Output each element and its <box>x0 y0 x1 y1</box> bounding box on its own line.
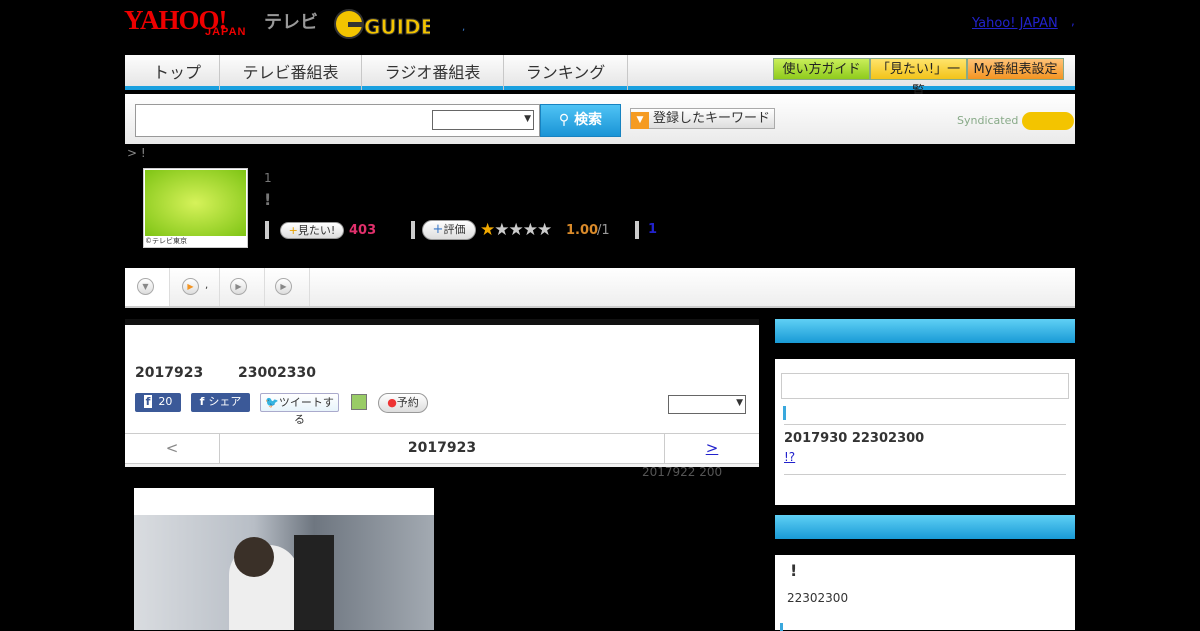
syndicated-gguide-logo: Syndicated <box>957 112 1074 130</box>
sidebar-input[interactable] <box>781 373 1069 399</box>
bookmark-icon[interactable] <box>351 394 367 410</box>
header-dot-right: , <box>1071 14 1075 28</box>
sidebar-box-schedule: ! 22302300 <box>775 515 1075 631</box>
yahoo-japan-logo-text: JAPAN <box>205 26 247 38</box>
search-button[interactable]: ⚲ 検索 <box>540 104 621 137</box>
updated-timestamp: 2017922 200 <box>642 465 723 479</box>
gguide-logo[interactable]: GUIDE <box>334 8 435 40</box>
search-bar: ▼ ⚲ 検索 ▼ 登録したキーワード Syndicated <box>125 94 1075 144</box>
facebook-icon: f <box>199 395 205 408</box>
chevron-down-icon: ▼ <box>736 398 743 408</box>
chevron-down-icon: ▼ <box>524 114 531 124</box>
nav-tab-top[interactable]: トップ <box>135 55 220 90</box>
dropdown-arrow-icon: ▼ <box>631 112 649 129</box>
mitai-list-button[interactable]: 「見たい!」一覧 <box>870 58 967 99</box>
twitter-icon: 🐦 <box>265 396 279 409</box>
facebook-count-button[interactable]: f 20 <box>135 393 181 412</box>
sidebar-subheader <box>775 539 1075 555</box>
breadcrumb: > ! <box>127 146 146 160</box>
divider <box>784 424 1066 425</box>
facebook-icon: f <box>143 395 153 408</box>
usage-guide-button[interactable]: 使い方ガイド <box>773 58 870 80</box>
nav-tab-tv-schedule[interactable]: テレビ番組表 <box>220 55 362 90</box>
program-photo-frame <box>134 488 434 630</box>
yahoo-japan-link[interactable]: Yahoo! JAPAN <box>972 16 1058 31</box>
program-photo <box>134 515 434 630</box>
registered-keywords-button[interactable]: ▼ 登録したキーワード <box>630 108 775 129</box>
my-schedule-settings-button[interactable]: My番組表設定 <box>967 58 1064 80</box>
header-dot: , <box>462 22 466 33</box>
divider <box>635 221 639 239</box>
next-broadcast-time: 2017930 22302300 <box>784 431 925 446</box>
sidebar-header <box>775 515 1075 539</box>
facebook-share-button[interactable]: f シェア <box>191 393 250 412</box>
search-button-label: 検索 <box>574 112 603 128</box>
next-broadcast-link[interactable]: !? <box>784 450 795 464</box>
rating-denominator: /1 <box>597 223 610 238</box>
keyword-button-label: 登録したキーワード <box>653 111 771 126</box>
sub-tab-1[interactable]: ▼ <box>125 268 170 306</box>
date-navigation: < 2017923 > <box>125 433 759 464</box>
broadcast-info-panel: 2017923 23002330 f 20 f シェア 🐦ツイートする ●予約 ▼ … <box>125 319 759 467</box>
sidebar-program-time: 22302300 <box>787 591 849 605</box>
section-marker <box>783 406 786 420</box>
program-title: ! <box>264 190 272 209</box>
rating-stars: ★★★★★ <box>480 220 552 240</box>
reminder-select[interactable]: ▼ <box>668 395 746 414</box>
next-date-link[interactable]: > <box>664 434 759 463</box>
divider <box>265 221 269 239</box>
rating-value: 1.00 <box>566 223 599 238</box>
mitai-label: 見たい! <box>297 224 336 237</box>
plus-icon: + <box>288 224 298 237</box>
play-icon: ▶ <box>275 278 292 295</box>
rate-button[interactable]: +評価 <box>422 220 476 240</box>
record-icon: ● <box>387 396 397 409</box>
thumbnail-caption: ©テレビ東京 <box>145 237 187 245</box>
episode-number: 1 <box>264 171 272 185</box>
nav-tab-radio-schedule[interactable]: ラジオ番組表 <box>362 55 504 90</box>
mitai-count: 403 <box>349 223 377 238</box>
sub-tab-4[interactable]: ▶ <box>265 268 310 306</box>
tweet-button[interactable]: 🐦ツイートする <box>260 393 339 426</box>
divider <box>784 474 1066 475</box>
svg-text:GUIDE: GUIDE <box>364 15 430 39</box>
sidebar-program-title: ! <box>790 561 798 580</box>
current-date: 2017923 <box>407 440 477 456</box>
sidebar-header <box>775 319 1075 343</box>
program-thumbnail: ©テレビ東京 <box>143 168 248 248</box>
review-count-link[interactable]: 1 <box>648 222 657 237</box>
prev-date-button[interactable]: < <box>125 434 220 463</box>
sub-tabs: ▼ ▶, ▶ ▶ <box>125 268 1075 308</box>
main-nav: トップ テレビ番組表 ラジオ番組表 ランキング 使い方ガイド 「見たい!」一覧 … <box>125 55 1075 99</box>
chevron-down-icon: ▼ <box>137 278 154 295</box>
search-icon: ⚲ <box>558 112 575 128</box>
broadcast-date: 2017923 <box>135 365 204 381</box>
broadcast-time: 23002330 <box>238 365 316 381</box>
search-category-select[interactable]: ▼ <box>432 110 534 130</box>
sidebar-subheader <box>775 343 1075 359</box>
tv-logo[interactable]: テレビ <box>264 8 318 34</box>
sub-tab-3[interactable]: ▶ <box>220 268 265 306</box>
plus-icon: + <box>432 222 444 237</box>
play-icon: ▶ <box>182 278 199 295</box>
rate-label: 評価 <box>443 223 466 236</box>
sub-tab-2[interactable]: ▶, <box>170 268 220 306</box>
divider <box>411 221 415 239</box>
sidebar-box-related: 2017930 22302300 !? <box>775 319 1075 505</box>
nav-tab-ranking[interactable]: ランキング <box>504 55 628 90</box>
play-icon: ▶ <box>230 278 247 295</box>
mitai-button[interactable]: +見たい! <box>280 222 344 239</box>
reserve-button[interactable]: ●予約 <box>378 393 428 413</box>
